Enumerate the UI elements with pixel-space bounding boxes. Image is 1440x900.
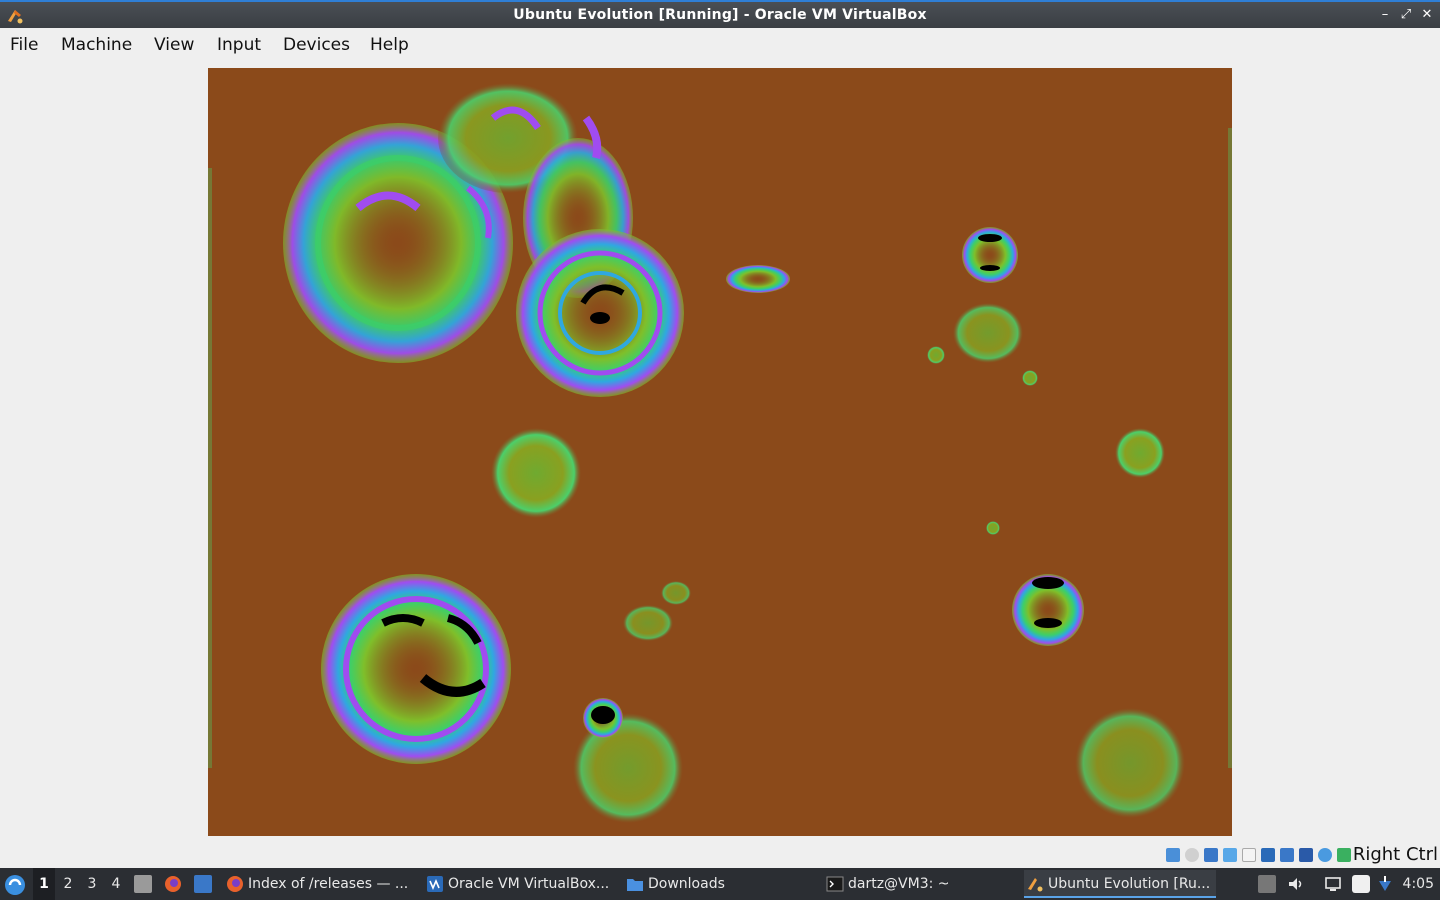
tray-up-arrow-icon[interactable] <box>1258 875 1276 893</box>
file-manager-launcher-icon[interactable] <box>134 875 152 893</box>
task-label: Index of /releases — ... <box>248 876 409 892</box>
menu-devices[interactable]: Devices <box>283 35 350 55</box>
cpu-icon[interactable] <box>1318 848 1332 862</box>
hard-disk-icon[interactable] <box>1166 848 1180 862</box>
optical-disk-icon[interactable] <box>1185 848 1199 862</box>
menu-bar: File Machine View Input Devices Help <box>0 28 1440 62</box>
virtualbox-vm-icon <box>1028 878 1043 892</box>
restore-button[interactable]: ⤢ <box>1397 6 1415 24</box>
menu-view[interactable]: View <box>154 35 194 55</box>
screen-edge-left <box>208 168 212 768</box>
menu-file[interactable]: File <box>10 35 38 55</box>
host-key-label[interactable]: Right Ctrl <box>1353 844 1438 865</box>
network-icon[interactable] <box>1223 848 1237 862</box>
window-titlebar[interactable]: Ubuntu Evolution [Running] - Oracle VM V… <box>0 0 1440 28</box>
bubble-sphere-center <box>516 229 684 397</box>
workspace-4[interactable]: 4 <box>105 868 127 900</box>
start-menu-icon[interactable] <box>4 874 26 896</box>
video-capture-icon[interactable] <box>1299 848 1313 862</box>
screen-edge-right <box>1228 128 1232 768</box>
screensaver-bubbles <box>208 83 1232 823</box>
menu-input[interactable]: Input <box>217 35 261 55</box>
bubble-eye-small <box>962 227 1018 283</box>
bubble-small <box>726 265 790 293</box>
bubble-small <box>1115 428 1165 478</box>
bubble-bottom <box>573 698 683 823</box>
workspace-2[interactable]: 2 <box>57 868 79 900</box>
task-terminal[interactable]: dartz@VM3: ~ <box>824 870 1014 898</box>
network-tray-icon[interactable] <box>1324 875 1342 893</box>
taskbar: 1 2 3 4 Index of /releases — ... Oracle … <box>0 868 1440 900</box>
bubble-tiny <box>986 521 1000 535</box>
bubble-medium <box>1075 708 1185 818</box>
vm-status-bar: Right Ctrl <box>0 842 1440 868</box>
firefox-icon <box>227 876 243 892</box>
task-label: Oracle VM VirtualBox... <box>448 876 610 892</box>
shared-folders-icon[interactable] <box>1261 848 1275 862</box>
menu-machine[interactable]: Machine <box>61 35 132 55</box>
bubble-tiny <box>1022 370 1038 386</box>
task-ubuntu-evolution[interactable]: Ubuntu Evolution [Ru... <box>1024 870 1216 898</box>
vm-display[interactable] <box>208 68 1232 836</box>
bubble-medium <box>491 428 581 518</box>
volume-icon[interactable] <box>1287 875 1305 893</box>
task-label: Ubuntu Evolution [Ru... <box>1048 876 1211 892</box>
usb-icon[interactable] <box>1242 848 1256 862</box>
workspace-1[interactable]: 1 <box>33 868 55 900</box>
mouse-integration-icon[interactable] <box>1337 848 1351 862</box>
minimize-button[interactable]: – <box>1376 6 1394 24</box>
bubble-smile <box>321 574 511 764</box>
task-downloads[interactable]: Downloads <box>624 870 814 898</box>
bubble-tiny <box>661 581 691 605</box>
show-desktop-icon[interactable] <box>194 875 212 893</box>
bubble-eye-right <box>1012 574 1084 646</box>
task-virtualbox-manager[interactable]: Oracle VM VirtualBox... <box>424 870 614 898</box>
firefox-launcher-icon[interactable] <box>164 875 182 893</box>
clipboard-icon[interactable] <box>1352 875 1370 893</box>
updates-icon[interactable] <box>1376 875 1394 893</box>
bubble-small <box>623 605 673 641</box>
window-title: Ubuntu Evolution [Running] - Oracle VM V… <box>513 7 927 23</box>
menu-help[interactable]: Help <box>370 35 409 55</box>
bubble-tiny <box>927 346 945 364</box>
virtualbox-icon <box>427 876 443 892</box>
workspace-3[interactable]: 3 <box>81 868 103 900</box>
task-label: dartz@VM3: ~ <box>848 876 950 892</box>
display-icon[interactable] <box>1280 848 1294 862</box>
task-firefox[interactable]: Index of /releases — ... <box>224 870 414 898</box>
audio-icon[interactable] <box>1204 848 1218 862</box>
bubble-small <box>953 303 1023 363</box>
folder-icon <box>627 879 643 891</box>
terminal-icon <box>826 876 844 892</box>
clock[interactable]: 4:05 <box>1403 868 1434 900</box>
task-label: Downloads <box>648 876 725 892</box>
close-button[interactable]: ✕ <box>1418 6 1436 24</box>
